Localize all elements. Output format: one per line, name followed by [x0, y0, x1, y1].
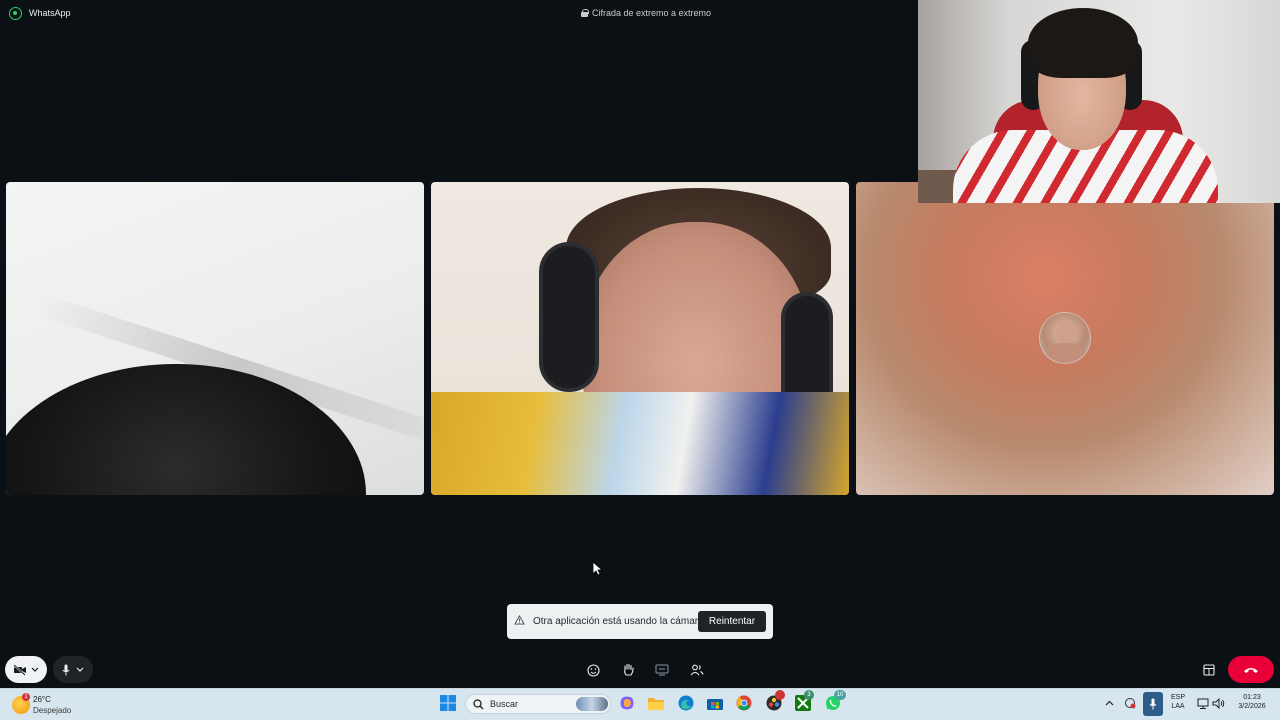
file-explorer-icon	[648, 698, 664, 710]
keyboard-layout: LAA	[1171, 703, 1185, 710]
search-placeholder: Buscar	[490, 699, 519, 709]
clock-date: 3/2/2026	[1238, 703, 1266, 710]
edge-button[interactable]	[676, 693, 696, 713]
clock-time: 01:23	[1243, 694, 1261, 701]
davinci-badge	[775, 690, 785, 700]
mic-in-use-indicator[interactable]	[1143, 692, 1163, 716]
camera-in-use-toast: Otra aplicación está usando la cámara. R…	[507, 604, 773, 639]
share-screen-icon	[655, 664, 669, 676]
warning-icon	[514, 615, 525, 625]
volume-button[interactable]	[1208, 693, 1228, 713]
layout-button[interactable]	[1198, 659, 1220, 681]
end-call-icon	[1244, 667, 1258, 673]
camera-off-icon	[13, 663, 26, 676]
windows-start-icon	[440, 695, 456, 711]
xbox-badge: 3	[804, 690, 814, 700]
chevron-down-icon[interactable]	[76, 667, 84, 673]
encryption-notice: Cifrada de extremo a extremo	[581, 8, 711, 18]
encryption-label: Cifrada de extremo a extremo	[592, 8, 712, 18]
participant-shirt	[431, 392, 849, 495]
language-code: ESP	[1170, 694, 1185, 701]
chrome-icon	[736, 695, 752, 711]
reactions-button[interactable]	[582, 659, 604, 681]
chevron-up-icon	[1105, 700, 1113, 706]
raise-hand-icon	[623, 663, 634, 676]
microphone-icon	[62, 664, 70, 675]
layout-grid-icon	[1203, 664, 1215, 676]
mouse-cursor-icon	[593, 562, 603, 576]
lock-icon	[581, 9, 589, 17]
weather-badge: 1	[22, 693, 30, 701]
search-highlight-image	[576, 697, 608, 711]
camera-toggle-button[interactable]	[5, 656, 47, 683]
retry-button[interactable]: Reintentar	[698, 611, 766, 632]
file-explorer-button[interactable]	[646, 693, 666, 713]
cloud-sync-icon	[1125, 698, 1136, 709]
end-call-button[interactable]	[1228, 656, 1274, 683]
raise-hand-button[interactable]	[617, 659, 639, 681]
participant-avatar	[1039, 312, 1091, 364]
participant-video-2[interactable]	[431, 182, 849, 495]
headphones-left	[539, 242, 599, 392]
start-button[interactable]	[438, 693, 458, 713]
clock[interactable]: 01:23 3/2/2026	[1231, 694, 1273, 710]
language-indicator[interactable]: ESP LAA	[1168, 694, 1188, 710]
self-view-background	[918, 170, 958, 203]
weather-description[interactable]: Despejado	[33, 706, 71, 715]
chevron-down-icon[interactable]	[31, 667, 39, 673]
participants-button[interactable]	[686, 659, 708, 681]
toast-message: Otra aplicación está usando la cámara.	[533, 616, 707, 627]
self-hair	[1028, 8, 1138, 78]
whatsapp-badge: 10	[834, 690, 846, 700]
search-icon	[473, 699, 484, 710]
speaker-icon	[1212, 697, 1224, 709]
participant-video-1[interactable]	[6, 182, 424, 495]
mic-toggle-button[interactable]	[53, 656, 93, 683]
share-screen-button[interactable]	[651, 659, 673, 681]
whatsapp-logo-icon	[9, 7, 22, 20]
participants-icon	[690, 664, 704, 676]
chrome-button[interactable]	[734, 693, 754, 713]
participant-video-3[interactable]	[856, 182, 1274, 495]
windows-taskbar: 1 26°C Despejado	[0, 688, 1280, 720]
davinci-button[interactable]	[764, 690, 785, 713]
whatsapp-button[interactable]: 10	[823, 690, 846, 713]
copilot-button[interactable]	[617, 693, 637, 713]
copilot-icon	[620, 696, 634, 710]
store-icon	[707, 699, 723, 710]
microphone-icon	[1149, 698, 1157, 710]
app-name: WhatsApp	[29, 8, 71, 18]
emoji-icon	[586, 663, 600, 677]
self-view-video[interactable]	[918, 0, 1280, 203]
store-button[interactable]	[705, 693, 725, 713]
tray-overflow-button[interactable]	[1099, 693, 1119, 713]
edge-icon	[678, 695, 694, 711]
xbox-button[interactable]: 3	[793, 690, 814, 713]
tray-app-button[interactable]	[1120, 693, 1140, 713]
taskbar-search[interactable]: Buscar	[465, 694, 611, 714]
weather-temperature[interactable]: 26°C	[33, 695, 51, 704]
